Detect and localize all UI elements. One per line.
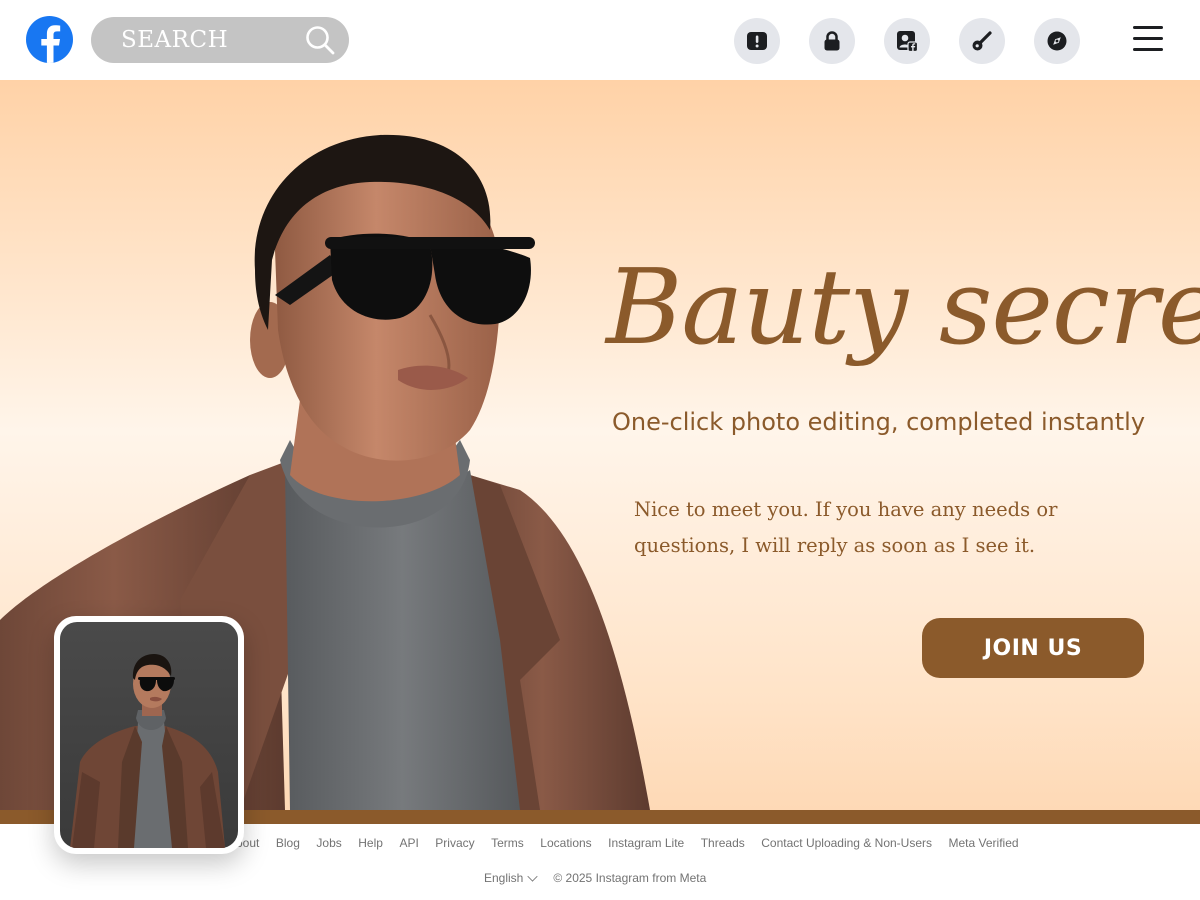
footer-link-instagram-lite[interactable]: Instagram Lite [608, 836, 684, 850]
thumbnail-photo [60, 622, 238, 848]
profile-facebook-icon[interactable] [884, 18, 930, 64]
footer-link-blog[interactable]: Blog [276, 836, 300, 850]
search-input[interactable] [121, 17, 311, 63]
top-navbar [0, 0, 1200, 80]
footer-link-contact-uploading[interactable]: Contact Uploading & Non-Users [761, 836, 932, 850]
footer-link-threads[interactable]: Threads [701, 836, 745, 850]
footer-links: About Blog Jobs Help API Privacy Terms L… [228, 836, 1035, 850]
facebook-logo-icon[interactable] [26, 16, 73, 63]
footer-link-help[interactable]: Help [358, 836, 383, 850]
search-bar [91, 17, 349, 63]
footer-link-locations[interactable]: Locations [540, 836, 591, 850]
footer-bottom: English © 2025 Instagram from Meta [484, 871, 706, 885]
chevron-down-icon [527, 871, 538, 882]
footer-link-terms[interactable]: Terms [491, 836, 524, 850]
language-label: English [484, 871, 524, 885]
hero-subtitle: One-click photo editing, completed insta… [612, 408, 1146, 436]
profile-thumbnail[interactable] [54, 616, 244, 854]
alert-icon[interactable] [734, 18, 780, 64]
hamburger-menu-icon[interactable] [1131, 24, 1165, 54]
copyright-text: © 2025 Instagram from Meta [553, 871, 707, 885]
language-select[interactable]: English [484, 871, 538, 885]
search-icon[interactable] [305, 25, 335, 55]
join-us-button[interactable]: JOIN US [922, 618, 1144, 678]
lock-icon[interactable] [809, 18, 855, 64]
compass-icon[interactable] [1034, 18, 1080, 64]
hero-description: Nice to meet you. If you have any needs … [634, 498, 1058, 557]
footer-link-meta-verified[interactable]: Meta Verified [949, 836, 1019, 850]
footer-link-api[interactable]: API [399, 836, 418, 850]
hero-title: Bauty secrets [606, 246, 1200, 368]
footer-link-privacy[interactable]: Privacy [435, 836, 474, 850]
footer-link-jobs[interactable]: Jobs [316, 836, 341, 850]
key-icon[interactable] [959, 18, 1005, 64]
